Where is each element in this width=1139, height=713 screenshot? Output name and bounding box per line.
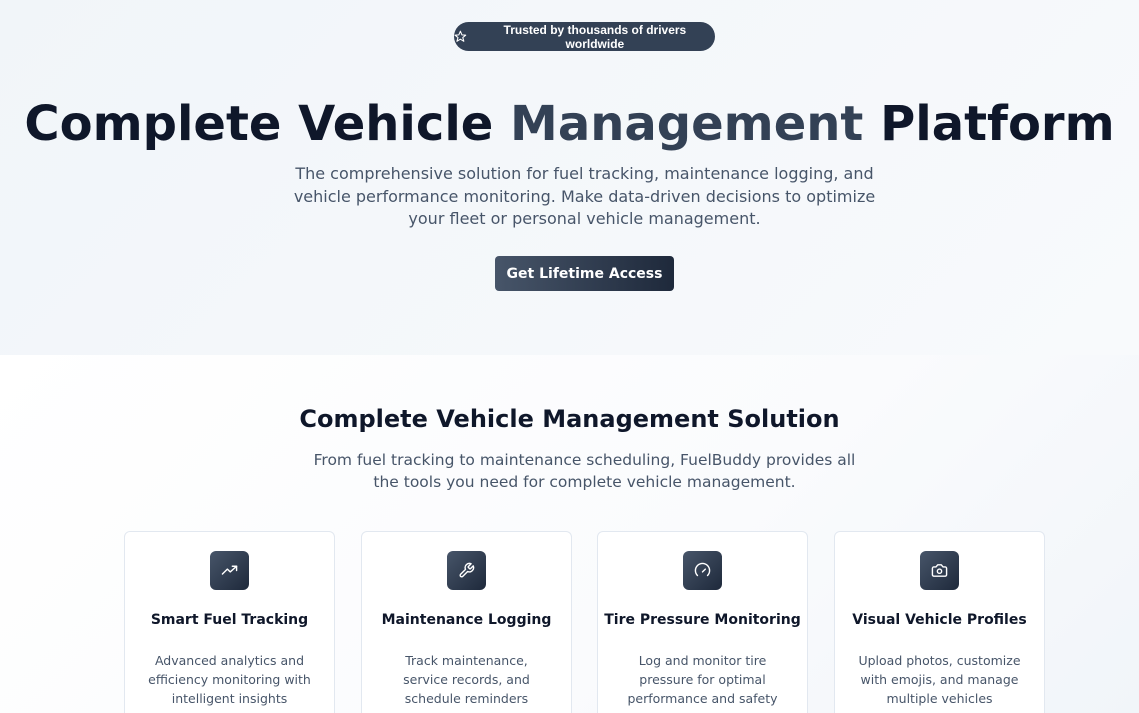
hero-title-part2: Management	[510, 96, 864, 152]
hero-title: Complete Vehicle Management Platform	[0, 92, 1139, 156]
wrench-icon	[459, 562, 475, 578]
badge-text: Trusted by thousands of drivers worldwid…	[503, 22, 687, 51]
feature-icon-box	[683, 551, 722, 590]
feature-card-vehicle-profiles: Visual Vehicle Profiles Upload photos, c…	[834, 531, 1045, 713]
hero-subtitle: The comprehensive solution for fuel trac…	[293, 164, 876, 228]
feature-card-maintenance: Maintenance Logging Track maintenance, s…	[361, 531, 572, 713]
feature-title: Visual Vehicle Profiles	[852, 612, 1027, 628]
feature-icon-box	[210, 551, 249, 590]
feature-description: Advanced analytics and efficiency monito…	[148, 653, 311, 706]
feature-description: Upload photos, customize with emojis, an…	[858, 653, 1021, 706]
gauge-icon	[694, 562, 711, 577]
trusted-badge: Trusted by thousands of drivers worldwid…	[454, 22, 715, 51]
features-subtitle: From fuel tracking to maintenance schedu…	[313, 451, 856, 491]
feature-title: Smart Fuel Tracking	[150, 612, 309, 628]
features-title: Complete Vehicle Management Solution	[299, 405, 840, 433]
hero-section: Trusted by thousands of drivers worldwid…	[0, 0, 1139, 355]
get-lifetime-access-button[interactable]: Get Lifetime Access	[495, 256, 674, 291]
trending-up-icon	[221, 565, 238, 575]
feature-icon-box	[447, 551, 486, 590]
feature-description: Log and monitor tire pressure for optima…	[627, 653, 778, 706]
feature-title: Tire Pressure Monitoring	[604, 612, 801, 628]
features-section: Complete Vehicle Management Solution Fro…	[0, 355, 1139, 713]
camera-icon	[931, 564, 948, 577]
feature-card-tire-pressure: Tire Pressure Monitoring Log and monitor…	[597, 531, 808, 713]
feature-card-fuel-tracking: Smart Fuel Tracking Advanced analytics a…	[124, 531, 335, 713]
hero-title-part1: Complete Vehicle	[24, 96, 511, 152]
star-icon	[454, 30, 467, 42]
feature-title: Maintenance Logging	[381, 612, 552, 628]
hero-title-part3: Platform	[863, 96, 1115, 152]
feature-description: Track maintenance, service records, and …	[403, 653, 530, 706]
feature-icon-box	[920, 551, 959, 590]
